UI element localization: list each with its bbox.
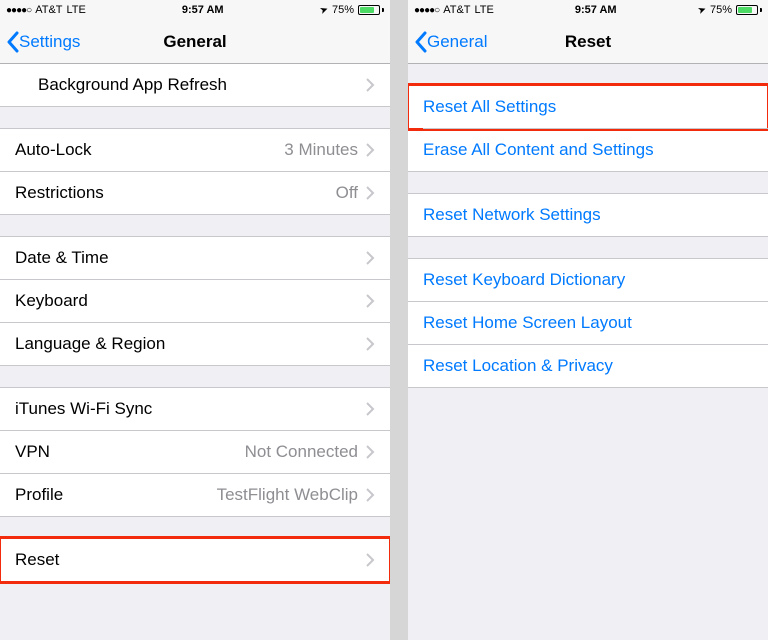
chevron-right-icon [366, 488, 375, 502]
back-label: General [427, 32, 487, 52]
row-vpn[interactable]: VPN Not Connected [0, 430, 390, 474]
carrier-label: AT&T [443, 4, 470, 16]
row-background-app-refresh[interactable]: Background App Refresh [0, 64, 390, 107]
network-label: LTE [475, 4, 494, 16]
chevron-right-icon [366, 78, 375, 92]
location-icon: ➤ [318, 3, 330, 16]
row-keyboard[interactable]: Keyboard [0, 279, 390, 323]
chevron-right-icon [366, 402, 375, 416]
row-erase-all-content[interactable]: Erase All Content and Settings [408, 128, 768, 172]
clock: 9:57 AM [575, 4, 617, 16]
row-reset-network-settings[interactable]: Reset Network Settings [408, 193, 768, 237]
row-profile[interactable]: Profile TestFlight WebClip [0, 473, 390, 517]
chevron-right-icon [366, 186, 375, 200]
nav-bar: Settings General [0, 20, 390, 64]
battery-icon [358, 5, 384, 15]
restrictions-value: Off [336, 183, 358, 203]
profile-value: TestFlight WebClip [217, 485, 358, 505]
chevron-left-icon [6, 31, 19, 53]
signal-dots-icon: ●●●●○ [6, 5, 31, 16]
status-bar: ●●●●○ AT&T LTE 9:57 AM ➤ 75% [408, 0, 768, 20]
row-auto-lock[interactable]: Auto-Lock 3 Minutes [0, 128, 390, 172]
carrier-label: AT&T [35, 4, 62, 16]
battery-pct: 75% [710, 4, 732, 16]
back-button[interactable]: General [408, 31, 487, 53]
content: Reset All Settings Erase All Content and… [408, 64, 768, 640]
chevron-right-icon [366, 143, 375, 157]
location-icon: ➤ [696, 3, 708, 16]
network-label: LTE [67, 4, 86, 16]
row-reset[interactable]: Reset [0, 538, 390, 582]
auto-lock-value: 3 Minutes [284, 140, 358, 160]
battery-icon [736, 5, 762, 15]
vpn-value: Not Connected [245, 442, 358, 462]
screen-reset: ●●●●○ AT&T LTE 9:57 AM ➤ 75% General Res… [408, 0, 768, 640]
screen-general: ●●●●○ AT&T LTE 9:57 AM ➤ 75% Settings Ge… [0, 0, 390, 640]
chevron-right-icon [366, 445, 375, 459]
row-date-time[interactable]: Date & Time [0, 236, 390, 280]
screen-divider [390, 0, 408, 640]
signal-dots-icon: ●●●●○ [414, 5, 439, 16]
row-reset-location-privacy[interactable]: Reset Location & Privacy [408, 344, 768, 388]
status-bar: ●●●●○ AT&T LTE 9:57 AM ➤ 75% [0, 0, 390, 20]
chevron-right-icon [366, 553, 375, 567]
chevron-right-icon [366, 337, 375, 351]
content: Background App Refresh Auto-Lock 3 Minut… [0, 64, 390, 640]
row-language-region[interactable]: Language & Region [0, 322, 390, 366]
clock: 9:57 AM [182, 4, 224, 16]
back-label: Settings [19, 32, 80, 52]
row-restrictions[interactable]: Restrictions Off [0, 171, 390, 215]
chevron-right-icon [366, 294, 375, 308]
row-reset-home-screen-layout[interactable]: Reset Home Screen Layout [408, 301, 768, 345]
chevron-right-icon [366, 251, 375, 265]
battery-pct: 75% [332, 4, 354, 16]
chevron-left-icon [414, 31, 427, 53]
row-reset-keyboard-dictionary[interactable]: Reset Keyboard Dictionary [408, 258, 768, 302]
back-button[interactable]: Settings [0, 31, 80, 53]
nav-bar: General Reset [408, 20, 768, 64]
row-itunes-wifi-sync[interactable]: iTunes Wi-Fi Sync [0, 387, 390, 431]
row-reset-all-settings[interactable]: Reset All Settings [408, 85, 768, 129]
